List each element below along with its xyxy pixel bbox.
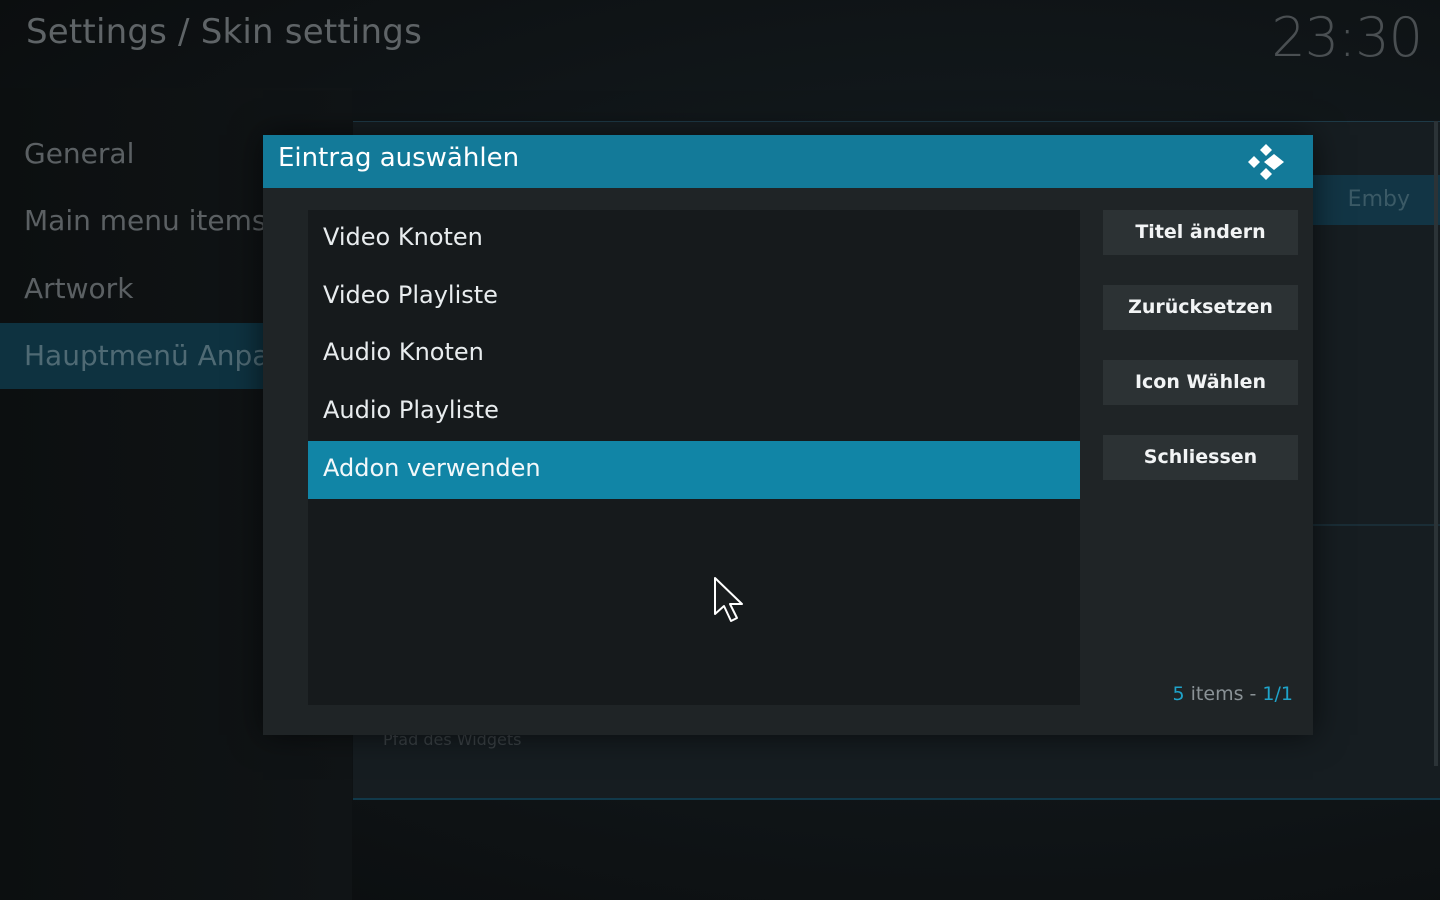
choose-icon-button[interactable]: Icon Wählen — [1103, 360, 1298, 405]
item-count: 5 items - 1/1 — [1173, 683, 1293, 705]
mouse-pointer-icon — [714, 577, 743, 622]
scrollbar[interactable] — [1434, 121, 1438, 766]
bottom-divider — [353, 798, 1440, 800]
close-button[interactable]: Schliessen — [1103, 435, 1298, 480]
page-indicator: 1/1 — [1262, 683, 1293, 705]
page-title: Settings / Skin settings — [26, 12, 422, 52]
change-title-button[interactable]: Titel ändern — [1103, 210, 1298, 255]
list-item-addon-verwenden[interactable]: Addon verwenden — [308, 441, 1080, 499]
list-item-video-playliste[interactable]: Video Playliste — [308, 268, 1080, 326]
dialog-header: Eintrag auswählen — [263, 135, 1313, 188]
emby-setting-row[interactable]: Emby — [1313, 175, 1440, 225]
clock: 23:30 — [1271, 6, 1423, 69]
list-item-audio-knoten[interactable]: Audio Knoten — [308, 325, 1080, 383]
item-count-text: items - — [1184, 683, 1263, 705]
entry-list: Video Knoten Video Playliste Audio Knote… — [308, 210, 1080, 705]
panel-divider — [1313, 524, 1440, 526]
item-count-number: 5 — [1172, 683, 1185, 705]
list-item-audio-playliste[interactable]: Audio Playliste — [308, 383, 1080, 441]
dialog-title: Eintrag auswählen — [278, 143, 520, 173]
list-item-video-knoten[interactable]: Video Knoten — [308, 210, 1080, 268]
kodi-logo-icon — [1248, 144, 1284, 180]
reset-button[interactable]: Zurücksetzen — [1103, 285, 1298, 330]
select-entry-dialog: Eintrag auswählen Video Knoten Video Pla… — [263, 135, 1313, 735]
